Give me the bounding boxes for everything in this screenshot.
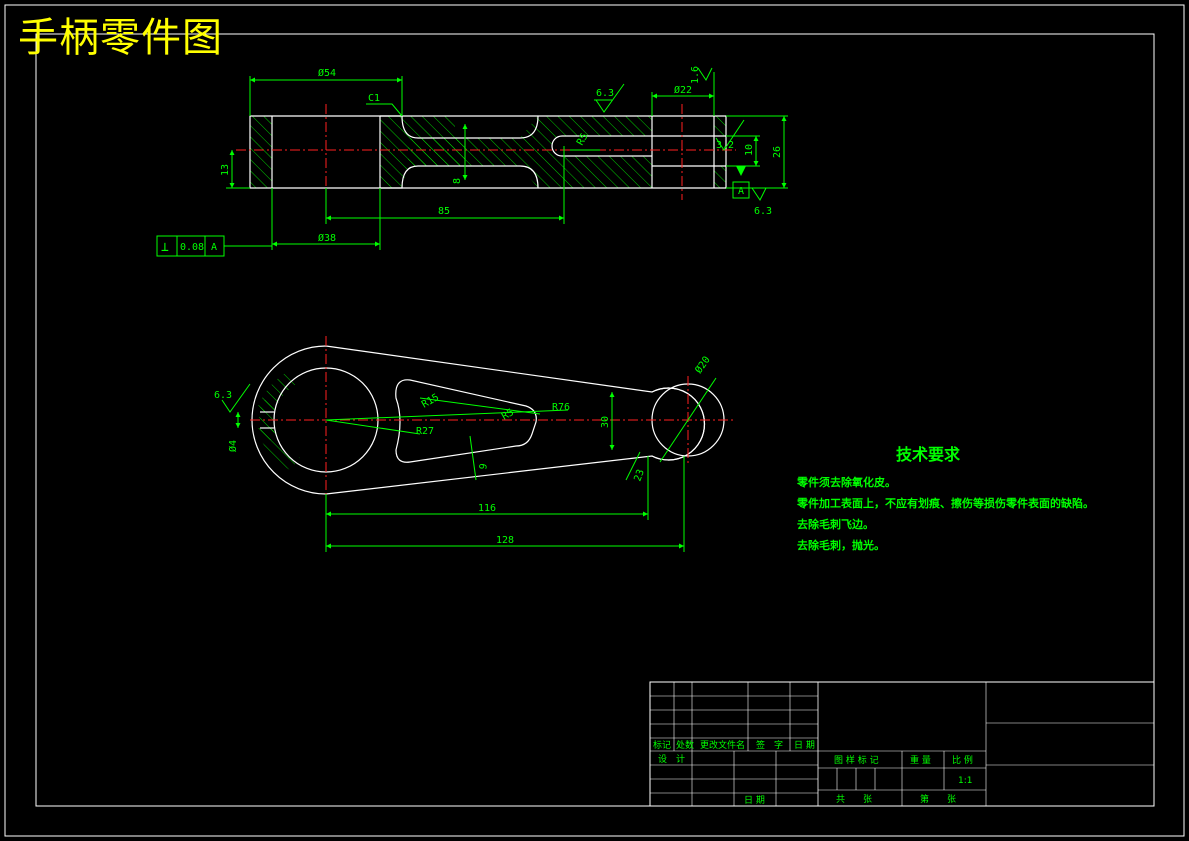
requirement-item: 零件加工表面上，不应有划痕、擦伤等损伤零件表面的缺陷。 <box>796 496 1094 510</box>
title-block-sign: 签 字 <box>756 739 783 751</box>
title-block: 标记 处数 更改文件名 签 字 日 期 设 计 日 期 图 样 标 记 重 量 … <box>649 681 1155 807</box>
roughness-3-2: 3.2 <box>716 140 734 151</box>
dim-23: 23 <box>632 468 646 483</box>
title-block-date-col: 日 期 <box>794 740 815 751</box>
dim-8: 8 <box>452 178 463 184</box>
dim-10: 10 <box>744 144 755 156</box>
roughness-6-3-right: 6.3 <box>754 206 772 217</box>
tolerance-value: 0.08 <box>180 242 204 253</box>
title-block-scale-label: 比 例 <box>952 754 973 766</box>
top-view: 6.3 Ø4 R15 R27 R5 R76 30 Ø20 9 23 116 12… <box>214 336 736 552</box>
dim-30: 30 <box>600 416 611 428</box>
requirement-item: 去除毛刺，抛光。 <box>797 538 885 552</box>
title-block-mark: 标记 <box>653 739 671 751</box>
tolerance-symbol: ⊥ <box>161 240 169 255</box>
dim-d38: Ø38 <box>318 232 336 244</box>
dim-116: 116 <box>478 503 496 514</box>
front-section-view: Ø54 C1 6.3 1.6 Ø22 13 8 R5 3.2 10 26 A 6… <box>156 66 788 257</box>
datum-a-label: A <box>738 186 744 197</box>
title-block-design: 设 计 <box>658 753 685 765</box>
title-block-sheet-no: 第 张 <box>920 793 956 805</box>
roughness-6-3-top: 6.3 <box>596 88 614 99</box>
dim-r27: R27 <box>416 426 434 437</box>
dim-d22: Ø22 <box>674 84 692 96</box>
requirement-item: 去除毛刺飞边。 <box>797 517 874 531</box>
tolerance-datum: A <box>211 242 217 253</box>
title-block-scale-value: 1:1 <box>958 776 972 786</box>
dim-d54: Ø54 <box>318 67 336 79</box>
dim-d20: Ø20 <box>693 354 713 376</box>
title-block-weight: 重 量 <box>910 754 931 766</box>
technical-requirements: 技术要求 零件须去除氧化皮。 零件加工表面上，不应有划痕、擦伤等损伤零件表面的缺… <box>796 445 1094 552</box>
dim-85: 85 <box>438 206 450 217</box>
dim-r15: R15 <box>420 392 441 411</box>
title-block-stage-mark: 图 样 标 记 <box>834 754 879 766</box>
title-block-doc: 更改文件名 <box>700 739 745 751</box>
dim-26: 26 <box>772 146 783 158</box>
title-block-date: 日 期 <box>744 795 765 806</box>
dim-128: 128 <box>496 535 514 546</box>
dim-13: 13 <box>220 164 231 176</box>
drawing-title: 手柄零件图 <box>18 15 223 61</box>
dim-d4: Ø4 <box>227 440 239 452</box>
roughness-6-3-left: 6.3 <box>214 390 232 401</box>
drawing-sheet: Ø54 C1 6.3 1.6 Ø22 13 8 R5 3.2 10 26 A 6… <box>4 4 1185 837</box>
title-block-sheets-total: 共 张 <box>836 794 872 805</box>
dim-r76: R76 <box>552 402 570 413</box>
requirement-item: 零件须去除氧化皮。 <box>796 475 896 489</box>
dim-c1: C1 <box>368 93 380 104</box>
title-block-count: 处数 <box>676 739 694 751</box>
requirements-heading: 技术要求 <box>896 445 961 464</box>
roughness-1-6: 1.6 <box>690 66 701 84</box>
dim-9: 9 <box>478 463 490 471</box>
